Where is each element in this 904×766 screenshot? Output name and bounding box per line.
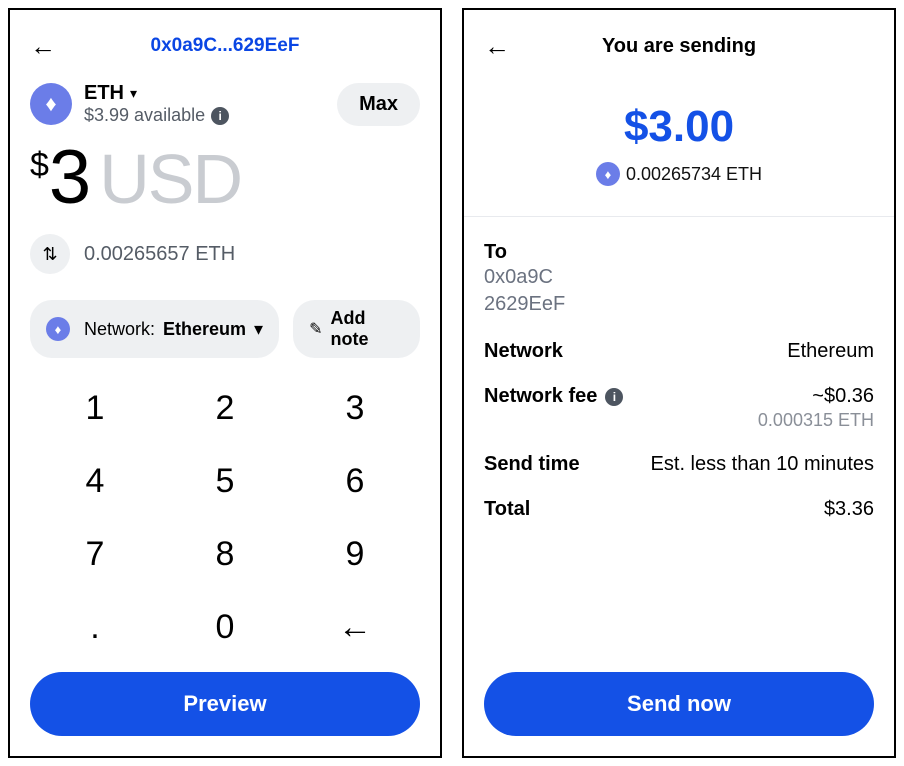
key-2[interactable]: 2 bbox=[160, 372, 290, 445]
add-note-button[interactable]: ✎ Add note bbox=[293, 300, 420, 358]
network-fee-value: ~$0.36 bbox=[758, 385, 874, 408]
to-label: To bbox=[484, 241, 565, 264]
detail-network: Network Ethereum bbox=[484, 340, 874, 363]
preview-button[interactable]: Preview bbox=[30, 672, 420, 736]
send-amount-crypto: 0.00265734 ETH bbox=[626, 164, 762, 185]
chevron-down-icon: ▾ bbox=[254, 319, 263, 340]
amount-value: 3 bbox=[49, 140, 89, 216]
info-icon[interactable]: i bbox=[211, 107, 229, 125]
converted-amount: 0.00265657 ETH bbox=[84, 243, 235, 266]
currency-symbol: $ bbox=[30, 146, 49, 185]
send-entry-screen: ← 0x0a9C...629EeF ♦ ETH ▾ $3.99 availabl… bbox=[8, 8, 442, 758]
network-chip[interactable]: ♦ Network: Ethereum ▾ bbox=[30, 300, 279, 358]
asset-selector-row: ♦ ETH ▾ $3.99 available i Max bbox=[30, 82, 420, 126]
key-backspace[interactable]: ← bbox=[290, 591, 420, 664]
amount-unit: USD bbox=[99, 144, 241, 214]
detail-network-fee: Network fee i ~$0.36 0.000315 ETH bbox=[484, 385, 874, 431]
detail-total: Total $3.36 bbox=[484, 498, 874, 521]
recipient-address-link[interactable]: 0x0a9C...629EeF bbox=[56, 35, 394, 57]
send-amount-crypto-row: ♦ 0.00265734 ETH bbox=[484, 162, 874, 186]
amount-input[interactable]: $ 3 USD bbox=[30, 140, 420, 216]
eth-icon: ♦ bbox=[46, 317, 70, 341]
key-3[interactable]: 3 bbox=[290, 372, 420, 445]
add-note-label: Add note bbox=[331, 308, 405, 350]
divider bbox=[464, 216, 894, 217]
page-title: You are sending bbox=[602, 35, 756, 58]
key-dot[interactable]: . bbox=[30, 591, 160, 664]
key-1[interactable]: 1 bbox=[30, 372, 160, 445]
eth-icon: ♦ bbox=[596, 162, 620, 186]
key-4[interactable]: 4 bbox=[30, 445, 160, 518]
chevron-down-icon: ▾ bbox=[130, 85, 137, 102]
key-5[interactable]: 5 bbox=[160, 445, 290, 518]
key-8[interactable]: 8 bbox=[160, 518, 290, 591]
send-time-label: Send time bbox=[484, 453, 580, 476]
send-amount-fiat: $3.00 bbox=[484, 102, 874, 152]
confirm-details: To 0x0a9C 2629EeF Network Ethereum Netwo… bbox=[484, 241, 874, 672]
network-chip-label: Network: bbox=[84, 319, 155, 340]
total-label: Total bbox=[484, 498, 530, 521]
max-button[interactable]: Max bbox=[337, 83, 420, 126]
send-time-value: Est. less than 10 minutes bbox=[651, 453, 874, 476]
network-fee-label: Network fee bbox=[484, 385, 597, 408]
numeric-keypad: 1 2 3 4 5 6 7 8 9 . 0 ← bbox=[30, 372, 420, 664]
detail-send-time: Send time Est. less than 10 minutes bbox=[484, 453, 874, 476]
send-confirm-screen: ← You are sending $3.00 ♦ 0.00265734 ETH… bbox=[462, 8, 896, 758]
to-address-line2: 2629EeF bbox=[484, 291, 565, 318]
topbar: ← You are sending bbox=[484, 30, 874, 62]
key-9[interactable]: 9 bbox=[290, 518, 420, 591]
pencil-icon: ✎ bbox=[309, 319, 322, 339]
back-button[interactable]: ← bbox=[30, 33, 56, 59]
swap-icon: ⇅ bbox=[42, 244, 57, 265]
network-value: Ethereum bbox=[787, 340, 874, 363]
total-value: $3.36 bbox=[824, 498, 874, 521]
swap-units-button[interactable]: ⇅ bbox=[30, 234, 70, 274]
back-button[interactable]: ← bbox=[484, 33, 510, 59]
network-fee-crypto: 0.000315 ETH bbox=[758, 410, 874, 431]
available-balance: $3.99 available bbox=[84, 105, 205, 126]
eth-icon: ♦ bbox=[30, 83, 72, 125]
network-chip-value: Ethereum bbox=[163, 319, 246, 340]
to-address-line1: 0x0a9C bbox=[484, 264, 565, 291]
key-6[interactable]: 6 bbox=[290, 445, 420, 518]
topbar: ← 0x0a9C...629EeF bbox=[30, 30, 420, 62]
info-icon[interactable]: i bbox=[605, 388, 623, 406]
asset-selector[interactable]: ETH ▾ bbox=[84, 82, 337, 105]
network-label: Network bbox=[484, 340, 563, 363]
detail-to: To 0x0a9C 2629EeF bbox=[484, 241, 874, 318]
asset-symbol: ETH bbox=[84, 82, 124, 105]
send-now-button[interactable]: Send now bbox=[484, 672, 874, 736]
key-0[interactable]: 0 bbox=[160, 591, 290, 664]
key-7[interactable]: 7 bbox=[30, 518, 160, 591]
